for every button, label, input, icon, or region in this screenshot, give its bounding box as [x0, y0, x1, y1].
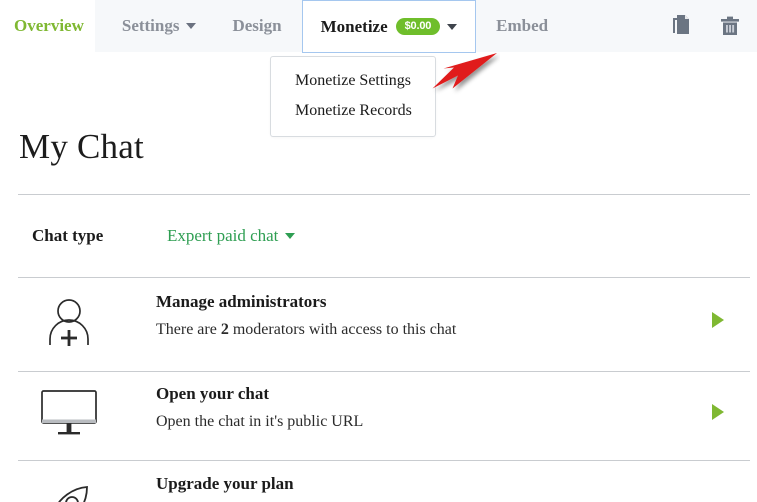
list-item-text: Upgrade your plan: [156, 474, 294, 502]
list-item-text: Manage administrators There are 2 modera…: [156, 292, 456, 339]
chevron-right-icon[interactable]: [712, 404, 724, 420]
app-root: Overview Settings Design Monetize $0.00 …: [0, 0, 757, 502]
chat-type-row: Chat type Expert paid chat: [0, 226, 757, 254]
list-item-manage-administrators[interactable]: Manage administrators There are 2 modera…: [0, 292, 757, 364]
tab-design-label: Design: [232, 16, 282, 35]
monetize-dropdown-menu: Monetize Settings Monetize Records: [270, 56, 436, 137]
chat-type-select[interactable]: Expert paid chat: [167, 226, 296, 246]
chevron-down-icon: [285, 233, 296, 239]
chevron-down-icon: [186, 23, 197, 29]
tab-overview-label: Overview: [14, 16, 84, 35]
page-title: My Chat: [19, 127, 144, 166]
list-item-subtitle: There are 2 moderators with access to th…: [156, 321, 456, 339]
tab-embed-label: Embed: [496, 16, 549, 35]
list-item-upgrade-your-plan[interactable]: Upgrade your plan: [0, 474, 757, 502]
menu-item-monetize-records[interactable]: Monetize Records: [271, 96, 435, 126]
tab-embed[interactable]: Embed: [478, 0, 566, 52]
chevron-right-icon[interactable]: [712, 312, 724, 328]
subtitle-suffix: moderators with access to this chat: [228, 321, 457, 338]
chat-type-label: Chat type: [32, 226, 104, 245]
divider: [18, 371, 750, 372]
add-user-icon-wrap: [40, 292, 98, 350]
chevron-down-icon: [447, 23, 458, 30]
menu-item-monetize-settings[interactable]: Monetize Settings: [271, 66, 435, 96]
rocket-icon: [58, 486, 88, 502]
monitor-icon-wrap: [40, 384, 98, 442]
subtitle-count: 2: [220, 321, 229, 338]
tab-list: Overview Settings Design Monetize $0.00 …: [0, 0, 566, 53]
tab-settings-label: Settings: [121, 16, 180, 35]
delete-button[interactable]: [715, 11, 745, 41]
top-tab-bar: Overview Settings Design Monetize $0.00 …: [0, 0, 757, 53]
tab-settings[interactable]: Settings: [104, 0, 215, 52]
divider: [18, 194, 750, 195]
divider: [18, 277, 750, 278]
duplicate-icon: [673, 15, 689, 34]
list-item-title: Upgrade your plan: [156, 474, 294, 493]
duplicate-button[interactable]: [667, 11, 697, 41]
list-item-title: Manage administrators: [156, 292, 327, 311]
monetize-balance-badge: $0.00: [395, 17, 441, 36]
top-action-buttons: [667, 11, 745, 41]
list-item-title: Open your chat: [156, 384, 270, 403]
list-item-open-your-chat[interactable]: Open your chat Open the chat in it's pub…: [0, 384, 757, 456]
tab-design[interactable]: Design: [214, 0, 299, 52]
list-item-text: Open your chat Open the chat in it's pub…: [156, 384, 363, 431]
divider: [18, 460, 750, 461]
monitor-icon: [41, 390, 97, 435]
subtitle-prefix: There are: [156, 321, 221, 338]
tab-overview[interactable]: Overview: [0, 0, 104, 52]
chat-type-value: Expert paid chat: [167, 226, 279, 245]
add-user-icon: [49, 299, 89, 346]
tab-monetize[interactable]: Monetize $0.00: [301, 0, 477, 53]
trash-icon: [721, 16, 739, 35]
list-item-subtitle: Open the chat in it's public URL: [156, 413, 364, 430]
tab-monetize-label: Monetize: [320, 16, 388, 36]
rocket-icon-wrap: [40, 480, 98, 502]
